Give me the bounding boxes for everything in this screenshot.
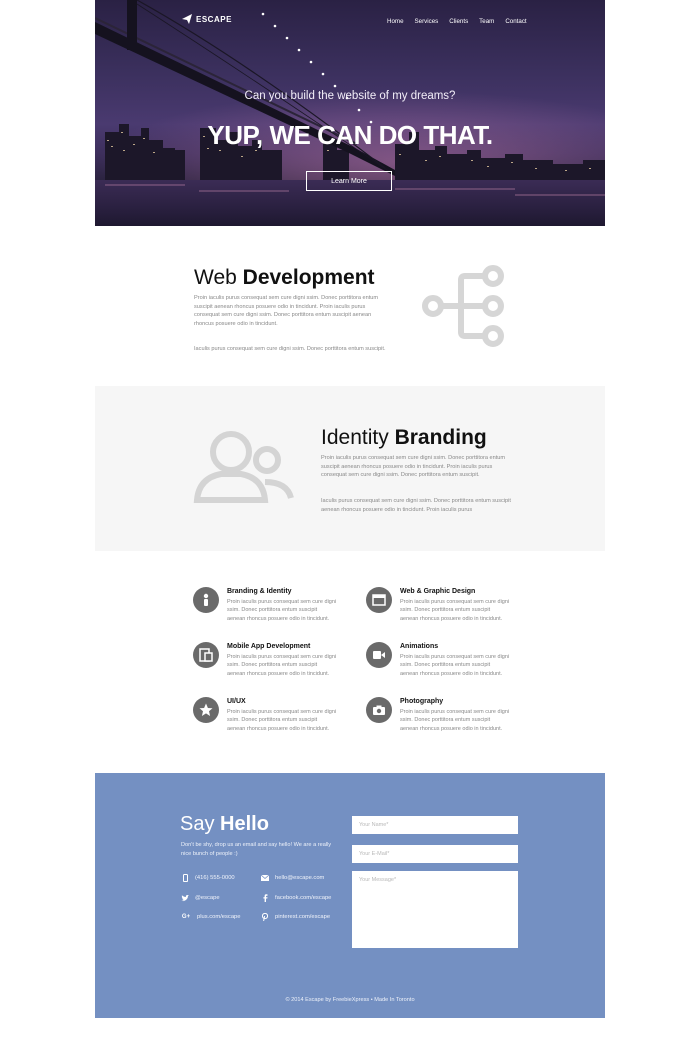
users-icon: [193, 431, 294, 503]
facebook-icon: [261, 894, 269, 902]
google-plus-icon: G+: [181, 914, 191, 920]
hero-section: ESCAPE Home Services Clients Team Contac…: [95, 0, 605, 226]
service-icon-circle: [193, 642, 219, 668]
web-dev-title-bold: Development: [242, 266, 375, 289]
paper-plane-icon: [182, 14, 192, 24]
nav-services[interactable]: Services: [415, 18, 439, 25]
identity-paragraph-1: Proin iaculis purus consequat sem cure d…: [321, 455, 506, 479]
contact-section: Say Hello Don't be shy, drop us an email…: [95, 773, 605, 1018]
email-link[interactable]: hello@escape.com: [261, 874, 324, 882]
service-title: Animations: [400, 643, 439, 650]
twitter-icon: [181, 894, 189, 902]
service-icon-circle: [193, 697, 219, 723]
service-description: Proin iaculis purus consequat sem cure d…: [400, 654, 510, 677]
person-icon: [203, 593, 209, 606]
service-title: Mobile App Development: [227, 643, 311, 650]
pinterest-link[interactable]: pinterest.com/escape: [261, 913, 330, 921]
footer-copyright: © 2014 Escape by FreebieXpress • Made In…: [285, 997, 415, 1003]
identity-title-bold: Branding: [394, 426, 487, 449]
service-icon-circle: [193, 587, 219, 613]
name-field[interactable]: Your Name*: [352, 816, 518, 834]
nav-clients[interactable]: Clients: [449, 18, 468, 25]
service-description: Proin iaculis purus consequat sem cure d…: [227, 654, 337, 677]
service-description: Proin iaculis purus consequat sem cure d…: [400, 709, 510, 732]
web-dev-title: Web Development: [194, 266, 375, 290]
nav-contact[interactable]: Contact: [505, 18, 526, 25]
pinterest-icon: [261, 913, 269, 921]
contact-title-light: Say: [180, 813, 215, 835]
phone-icon: [181, 874, 189, 882]
gplus-link[interactable]: G+ plus.com/escape: [181, 913, 241, 921]
star-icon: [199, 703, 213, 716]
contact-title: Say Hello: [180, 813, 269, 836]
message-field[interactable]: Your Message*: [352, 871, 518, 948]
web-dev-title-light: Web: [194, 266, 237, 289]
nav-team[interactable]: Team: [479, 18, 494, 25]
service-description: Proin iaculis purus consequat sem cure d…: [227, 709, 337, 732]
mail-icon: [261, 874, 269, 882]
service-icon-circle: [366, 642, 392, 668]
twitter-text: @escape: [195, 895, 220, 901]
web-dev-paragraph-1: Proin iaculis purus consequat sem cure d…: [194, 295, 379, 327]
service-title: Photography: [400, 698, 444, 705]
browser-icon: [372, 594, 386, 606]
city-bridge-illustration: [95, 0, 605, 196]
contact-title-bold: Hello: [220, 813, 269, 835]
sitemap-icon: [422, 265, 504, 347]
main-nav: Home Services Clients Team Contact: [387, 18, 527, 25]
web-dev-paragraph-2: Iaculis purus consequat sem cure digni s…: [194, 346, 386, 352]
service-icon-circle: [366, 587, 392, 613]
service-title: Web & Graphic Design: [400, 588, 476, 595]
facebook-text: facebook.com/escape: [275, 895, 332, 901]
services-section: Branding & Identity Proin iaculis purus …: [95, 551, 605, 773]
identity-branding-section: Identity Branding Proin iaculis purus co…: [95, 386, 605, 551]
phone-text: (416) 555-0000: [195, 875, 235, 881]
phone-link[interactable]: (416) 555-0000: [181, 874, 235, 882]
gplus-text: plus.com/escape: [197, 914, 241, 920]
service-description: Proin iaculis purus consequat sem cure d…: [227, 599, 337, 622]
hero-title: YUP, WE CAN DO THAT.: [207, 120, 493, 150]
email-text: hello@escape.com: [275, 875, 325, 881]
twitter-link[interactable]: @escape: [181, 894, 220, 902]
identity-paragraph-2: Iaculis purus consequat sem cure digni s…: [321, 498, 511, 513]
nav-home[interactable]: Home: [387, 18, 404, 25]
logo-text: ESCAPE: [196, 14, 232, 24]
learn-more-button[interactable]: Learn More: [306, 171, 392, 191]
identity-title-light: Identity: [321, 426, 389, 449]
service-title: Branding & Identity: [227, 588, 292, 595]
service-title: UI/UX: [227, 698, 246, 705]
service-icon-circle: [366, 697, 392, 723]
identity-title: Identity Branding: [321, 426, 487, 450]
facebook-link[interactable]: facebook.com/escape: [261, 894, 331, 902]
contact-intro: Don't be shy, drop us an email and say h…: [181, 842, 332, 857]
pinterest-text: pinterest.com/escape: [275, 914, 331, 920]
devices-icon: [199, 648, 213, 662]
web-development-section: Web Development Proin iaculis purus cons…: [95, 226, 605, 386]
hero-subtitle: Can you build the website of my dreams?: [244, 90, 456, 102]
logo[interactable]: ESCAPE: [182, 14, 232, 24]
camera-icon: [373, 705, 385, 715]
email-field[interactable]: Your E-Mail*: [352, 845, 518, 863]
service-description: Proin iaculis purus consequat sem cure d…: [400, 599, 510, 622]
video-icon: [373, 651, 385, 659]
